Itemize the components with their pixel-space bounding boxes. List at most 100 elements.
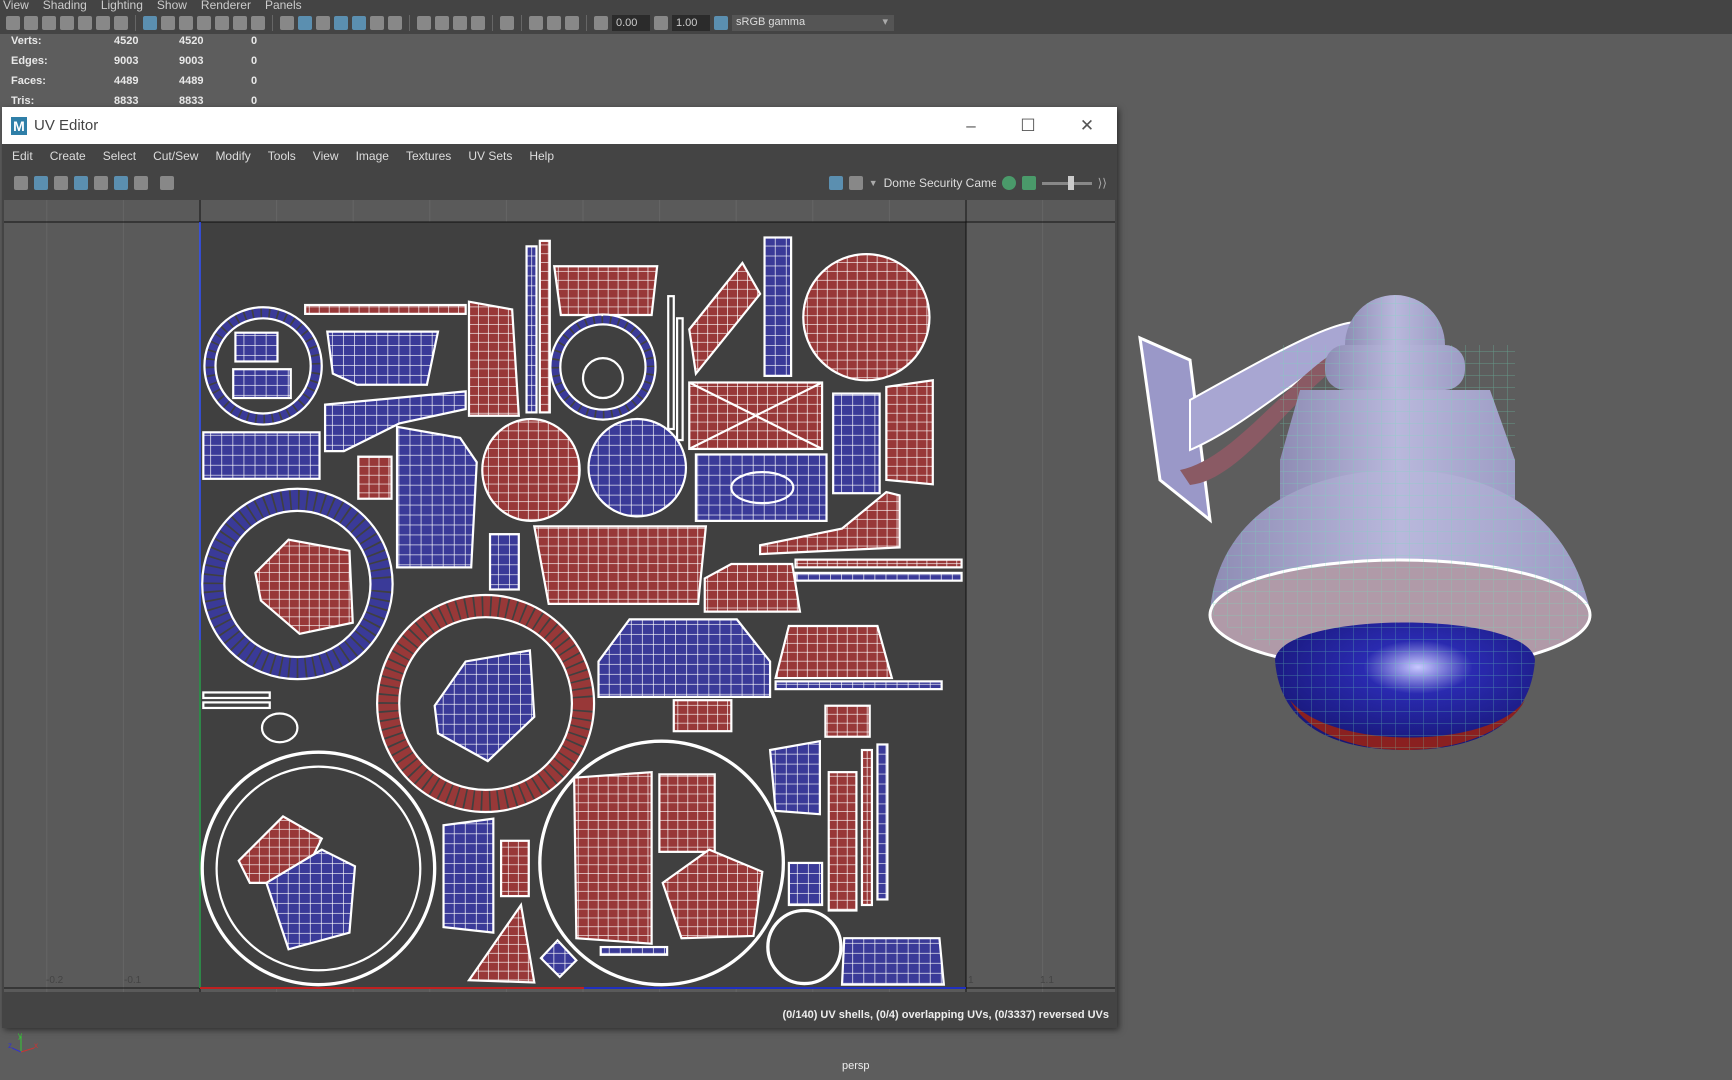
textured-icon[interactable] [352, 16, 366, 30]
uv-shell[interactable] [499, 839, 530, 898]
uv-shell[interactable] [525, 245, 538, 414]
uv-canvas[interactable]: -0.2 -0.1 1 1.1 [4, 200, 1115, 992]
uv-shell[interactable] [672, 699, 733, 733]
grid-icon[interactable] [114, 176, 128, 190]
smooth-shade-icon[interactable] [298, 16, 312, 30]
uv-shell[interactable] [552, 265, 659, 317]
uv-shell[interactable] [774, 624, 894, 680]
minimize-button[interactable]: – [946, 107, 996, 144]
menu-select[interactable]: Select [103, 149, 136, 163]
default-material-icon[interactable] [316, 16, 330, 30]
uv-shell[interactable] [832, 392, 881, 495]
menu-show[interactable]: Show [154, 0, 198, 12]
maximize-button[interactable]: ☐ [1003, 107, 1053, 144]
uv-shell[interactable] [885, 379, 934, 486]
uv-shell[interactable] [597, 618, 772, 698]
exposure-field[interactable]: 0.00 [612, 15, 650, 31]
uv-bounds-icon[interactable] [94, 176, 108, 190]
uv-shell[interactable] [802, 252, 931, 382]
expand-toolbar-icon[interactable]: ⟩⟩ [1098, 176, 1107, 190]
camera-icon[interactable] [6, 16, 20, 30]
menu-view[interactable]: View [0, 0, 40, 12]
uv-shell[interactable] [827, 771, 858, 912]
safe-title-icon[interactable] [251, 16, 265, 30]
uv-shell[interactable] [395, 425, 478, 569]
safe-action-icon[interactable] [233, 16, 247, 30]
isolate-select-icon[interactable] [500, 16, 514, 30]
wireframe-on-shaded-icon[interactable] [334, 16, 348, 30]
uv-shell[interactable] [599, 945, 669, 956]
bookmark-icon[interactable] [60, 16, 74, 30]
uv-shell[interactable] [774, 680, 943, 691]
menu-modify[interactable]: Modify [215, 149, 250, 163]
uv-shell[interactable] [876, 743, 889, 901]
pixel-snap-icon[interactable] [134, 176, 148, 190]
security-camera-model[interactable] [1130, 280, 1670, 825]
shadows-icon[interactable] [388, 16, 402, 30]
uv-shell[interactable] [532, 525, 708, 605]
distortion-icon[interactable] [54, 176, 68, 190]
uv-shell[interactable] [538, 239, 551, 414]
uv-shell[interactable] [357, 455, 393, 500]
uv-shell[interactable] [304, 303, 467, 315]
exposure-icon[interactable] [594, 16, 608, 30]
image-plane-icon[interactable] [78, 16, 92, 30]
image-icon[interactable] [1021, 176, 1036, 190]
uv-shell[interactable] [202, 431, 321, 480]
uv-shell[interactable] [587, 417, 688, 518]
uv-shell[interactable] [234, 331, 279, 363]
uv-shell[interactable] [573, 770, 653, 945]
xray-components-icon[interactable] [565, 16, 579, 30]
gamma-field[interactable]: 1.00 [672, 15, 710, 31]
grease-pencil-icon[interactable] [114, 16, 128, 30]
shaded-uv-icon[interactable] [34, 176, 48, 190]
uv-shell[interactable] [768, 739, 821, 816]
uv-shell[interactable] [694, 453, 828, 522]
color-space-dropdown[interactable]: sRGB gamma [732, 15, 894, 31]
gate-mask-icon[interactable] [197, 16, 211, 30]
camera-lock-icon[interactable] [24, 16, 38, 30]
snapshot-camera-icon[interactable] [160, 176, 174, 190]
uv-shell[interactable] [326, 330, 440, 386]
uv-editor-titlebar[interactable]: M UV Editor – ☐ ✕ [2, 107, 1117, 144]
menu-renderer[interactable]: Renderer [198, 0, 262, 12]
brightness-slider[interactable] [1041, 175, 1092, 190]
motion-blur-icon[interactable] [435, 16, 449, 30]
2d-pan-icon[interactable] [96, 16, 110, 30]
menu-create[interactable]: Create [50, 149, 86, 163]
resolution-gate-icon[interactable] [179, 16, 193, 30]
uv-shell[interactable] [794, 558, 963, 569]
menu-tools[interactable]: Tools [268, 149, 296, 163]
menu-panels[interactable]: Panels [262, 0, 313, 12]
uv-shell[interactable] [840, 937, 946, 986]
menu-edit[interactable]: Edit [12, 149, 33, 163]
uv-shell[interactable] [481, 417, 581, 522]
anti-alias-icon[interactable] [453, 16, 467, 30]
film-gate-icon[interactable] [161, 16, 175, 30]
ambient-occlusion-icon[interactable] [417, 16, 431, 30]
rgb-channel-icon[interactable] [1001, 176, 1016, 190]
menu-view[interactable]: View [313, 149, 339, 163]
close-button[interactable]: ✕ [1062, 107, 1112, 144]
xray-icon[interactable] [529, 16, 543, 30]
uv-shell[interactable] [232, 368, 292, 400]
uv-shell[interactable] [703, 562, 802, 613]
field-chart-icon[interactable] [215, 16, 229, 30]
uv-shell[interactable] [860, 748, 874, 907]
grid-icon[interactable] [143, 16, 157, 30]
texture-borders-icon[interactable] [74, 176, 88, 190]
xray-joints-icon[interactable] [547, 16, 561, 30]
uv-toolkit-icon[interactable] [14, 176, 28, 190]
uv-shell[interactable] [488, 533, 520, 591]
uv-shell[interactable] [442, 817, 495, 934]
lights-icon[interactable] [370, 16, 384, 30]
chevron-down-icon[interactable]: ▼ [869, 178, 878, 188]
menu-uv-sets[interactable]: UV Sets [468, 149, 512, 163]
depth-of-field-icon[interactable] [471, 16, 485, 30]
gamma-icon[interactable] [654, 16, 668, 30]
uv-shell[interactable] [763, 236, 793, 377]
menu-lighting[interactable]: Lighting [98, 0, 154, 12]
menu-textures[interactable]: Textures [406, 149, 451, 163]
menu-shading[interactable]: Shading [40, 0, 98, 12]
menu-cut-sew[interactable]: Cut/Sew [153, 149, 198, 163]
